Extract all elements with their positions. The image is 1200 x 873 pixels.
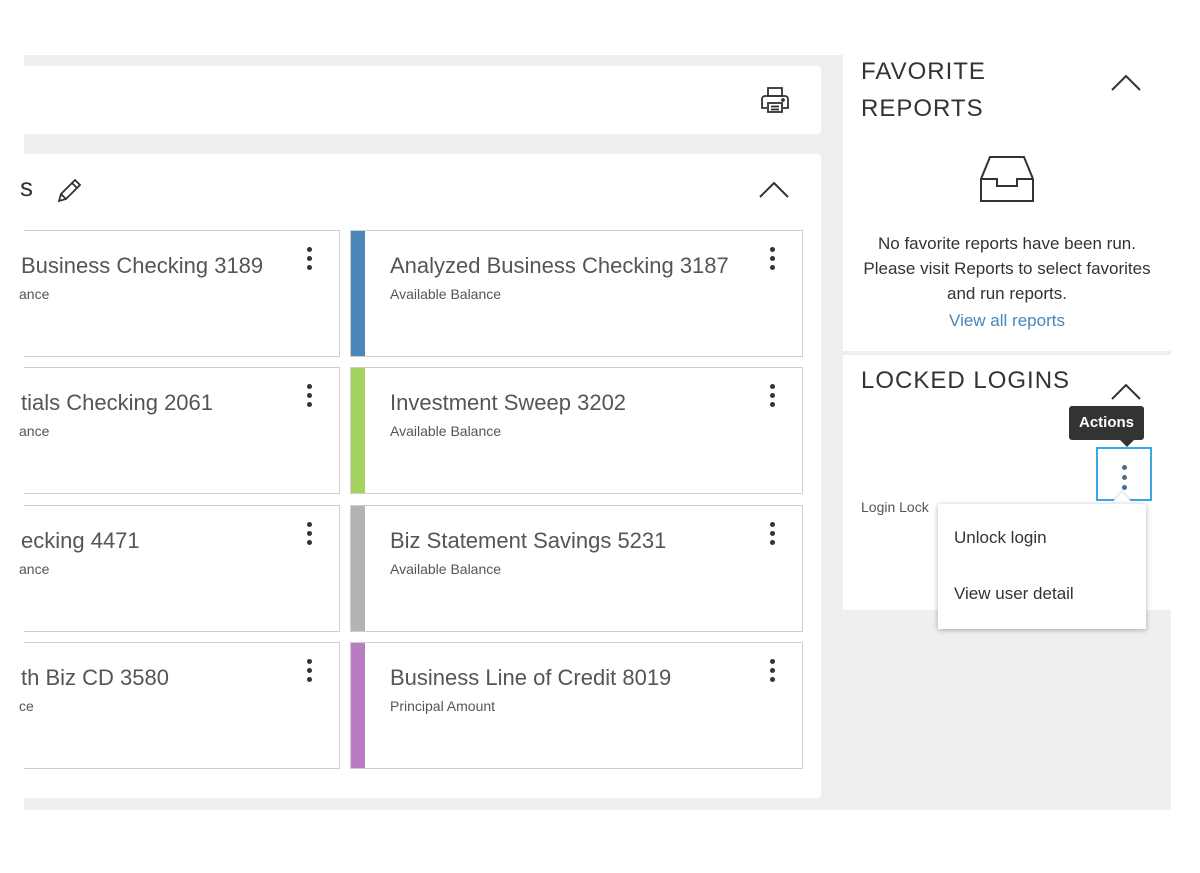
account-color-bar	[351, 506, 365, 631]
account-color-bar	[351, 368, 365, 493]
account-name: Business Line of Credit 8019	[390, 665, 672, 690]
account-name: Investment Sweep 3202	[390, 390, 627, 415]
toolbar	[24, 66, 821, 134]
actions-button[interactable]	[1096, 447, 1152, 501]
account-balance-label: ance	[19, 423, 50, 439]
more-options-icon[interactable]	[299, 247, 319, 277]
printer-icon[interactable]	[759, 84, 791, 116]
account-name: ecking 4471	[21, 528, 140, 553]
favorite-reports-title: FAVORITE REPORTS	[861, 58, 986, 122]
account-card[interactable]: ecking 4471 ance	[19, 505, 340, 632]
account-card[interactable]: tials Checking 2061 ance	[19, 367, 340, 494]
account-balance-label: ance	[19, 561, 50, 577]
accounts-panel: s Business Checking 3189 ance tials Chec…	[19, 154, 821, 798]
account-name: tials Checking 2061	[21, 390, 214, 415]
section-divider	[843, 351, 1171, 355]
chevron-up-icon[interactable]	[757, 176, 791, 202]
more-options-icon[interactable]	[762, 384, 782, 414]
account-name: th Biz CD 3580	[21, 665, 169, 690]
account-card[interactable]: Business Line of Credit 8019 Principal A…	[350, 642, 803, 769]
account-color-bar	[351, 643, 365, 768]
more-options-icon	[1098, 465, 1150, 495]
tooltip-arrow	[1120, 440, 1134, 447]
accounts-title: s	[20, 172, 33, 202]
actions-menu: Unlock login View user detail	[938, 504, 1146, 629]
pencil-icon[interactable]	[54, 174, 86, 206]
account-color-bar	[351, 231, 365, 356]
account-card[interactable]: Analyzed Business Checking 3187 Availabl…	[350, 230, 803, 357]
chevron-up-icon[interactable]	[1109, 380, 1143, 404]
account-name: Analyzed Business Checking 3187	[390, 253, 729, 278]
account-balance-label: ance	[19, 286, 50, 302]
more-options-icon[interactable]	[762, 247, 782, 277]
inbox-icon	[980, 156, 1034, 202]
account-name: Biz Statement Savings 5231	[390, 528, 667, 553]
more-options-icon[interactable]	[299, 384, 319, 414]
account-card[interactable]: Business Checking 3189 ance	[19, 230, 340, 357]
more-options-icon[interactable]	[299, 522, 319, 552]
account-balance-label: Available Balance	[390, 286, 502, 302]
account-name: Business Checking 3189	[21, 253, 264, 278]
empty-reports-message: No favorite reports have been run. Pleas…	[863, 234, 1151, 303]
unlock-login-menu-item[interactable]: Unlock login	[954, 528, 1047, 548]
locked-logins-title: LOCKED LOGINS	[861, 367, 1071, 394]
account-balance-label: Available Balance	[390, 423, 502, 439]
locked-login-text: Login Lock	[861, 499, 929, 515]
account-card[interactable]: Investment Sweep 3202 Available Balance	[350, 367, 803, 494]
view-user-detail-menu-item[interactable]: View user detail	[954, 584, 1074, 604]
more-options-icon[interactable]	[762, 522, 782, 552]
view-all-reports-link[interactable]: View all reports	[843, 311, 1171, 331]
account-card[interactable]: Biz Statement Savings 5231 Available Bal…	[350, 505, 803, 632]
chevron-up-icon[interactable]	[1109, 71, 1143, 95]
account-card[interactable]: th Biz CD 3580 ce	[19, 642, 340, 769]
actions-tooltip: Actions	[1069, 406, 1144, 440]
account-balance-label: Available Balance	[390, 561, 502, 577]
account-balance-label: ce	[19, 698, 34, 714]
account-balance-label: Principal Amount	[390, 698, 496, 714]
more-options-icon[interactable]	[762, 659, 782, 689]
more-options-icon[interactable]	[299, 659, 319, 689]
